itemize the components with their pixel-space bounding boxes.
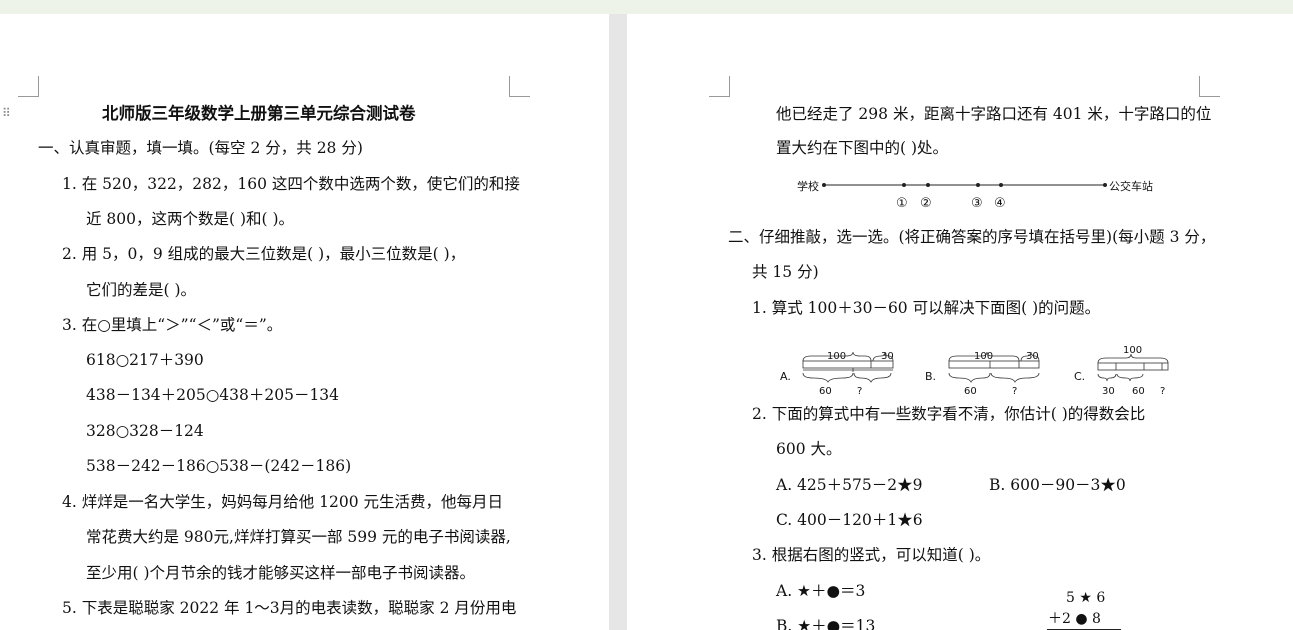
section-heading: 共 15 分)	[752, 263, 819, 281]
segment-diagram-b	[948, 351, 1040, 383]
page-title: 北师版三年级数学上册第三单元综合测试卷	[102, 104, 416, 123]
expression: 438－134＋205○438＋205－134	[86, 386, 340, 404]
document-page-right: 他已经走了 298 米，距离十字路口还有 401 米，十字路口的位 置大约在下图…	[627, 14, 1293, 630]
expression: 328○328－124	[86, 422, 204, 440]
page-corner-mark	[1199, 76, 1220, 97]
expression: 618○217＋390	[86, 351, 204, 369]
diagram-label: 60	[964, 386, 977, 397]
question-text: 5. 下表是聪聪家 2022 年 1～3月的电表读数，聪聪家 2 月份用电	[62, 599, 517, 617]
question-text: 4. 烊烊是一名大学生，妈妈每月给他 1200 元生活费，他每月日	[62, 493, 504, 511]
line-right-label: 公交车站	[1109, 180, 1153, 193]
question-text: 它们的差是( )。	[86, 281, 197, 299]
question-text: 至少用( )个月节余的钱才能够买这样一部电子书阅读器。	[86, 564, 476, 582]
section-heading: 二、仔细推敲，选一选。(将正确答案的序号填在括号里)(每小题 3 分，	[728, 228, 1216, 246]
point-label-4: ④	[994, 196, 1006, 211]
point-label-2: ②	[920, 196, 932, 211]
option-text: A. 425＋575－2★9	[776, 476, 923, 494]
question-text: 2. 用 5，0，9 组成的最大三位数是( )，最小三位数是( )，	[62, 245, 466, 263]
toolbar-strip	[0, 0, 1293, 14]
point-label-1: ①	[896, 196, 908, 211]
drag-handle-icon[interactable]: ⠿	[2, 106, 11, 120]
vertical-calc-row: 5 ★ 6	[1066, 590, 1106, 606]
diagram-label: 60	[819, 386, 832, 397]
question-text: 3. 根据右图的竖式，可以知道( )。	[752, 546, 991, 564]
question-text: 600 大。	[776, 440, 842, 458]
vertical-calc-row: ＋2 ● 8	[1048, 611, 1101, 627]
question-text: 常花费大约是 980元,烊烊打算买一部 599 元的电子书阅读器,	[86, 528, 511, 546]
option-letter: B.	[925, 370, 937, 383]
line-left-label: 学校	[797, 180, 819, 193]
number-line-figure	[822, 183, 1107, 187]
point-label-3: ③	[971, 196, 983, 211]
option-letter: C.	[1074, 370, 1086, 383]
section-heading: 一、认真审题，填一填。(每空 2 分，共 28 分)	[38, 139, 363, 157]
question-text: 1. 在 520，322，282，160 这四个数中选两个数，使它们的和接	[62, 175, 520, 193]
option-text: C. 400－120＋1★6	[776, 511, 923, 529]
question-text: 他已经走了 298 米，距离十字路口还有 401 米，十字路口的位	[776, 105, 1212, 123]
expression: 538－242－186○538－(242－186)	[86, 457, 352, 475]
diagram-label: 60	[1132, 386, 1145, 397]
question-text: 近 800，这两个数是( )和( )。	[86, 210, 295, 228]
page-corner-mark	[709, 76, 730, 97]
question-text: 2. 下面的算式中有一些数字看不清，你估计( )的得数会比	[752, 405, 1146, 423]
page-corner-mark	[18, 76, 39, 97]
diagram-label: 30	[1102, 386, 1115, 397]
segment-diagram-a	[802, 351, 894, 383]
option-text: B. ★＋●＝13	[776, 617, 876, 630]
diagram-label: ?	[1160, 386, 1166, 397]
option-text: B. 600－90－3★0	[989, 476, 1126, 494]
page-corner-mark	[509, 76, 530, 97]
option-text: A. ★＋●＝3	[776, 582, 866, 600]
question-text: 置大约在下图中的( )处。	[776, 139, 949, 157]
document-page-left: ⠿ 北师版三年级数学上册第三单元综合测试卷 一、认真审题，填一填。(每空 2 分…	[0, 14, 609, 630]
question-text: 3. 在○里填上“＞”“＜”或“＝”。	[62, 316, 283, 334]
option-letter: A.	[780, 370, 791, 383]
question-text: 1. 算式 100＋30－60 可以解决下面图( )的问题。	[752, 299, 1101, 317]
diagram-label: ?	[1012, 386, 1018, 397]
diagram-label: ?	[857, 386, 863, 397]
